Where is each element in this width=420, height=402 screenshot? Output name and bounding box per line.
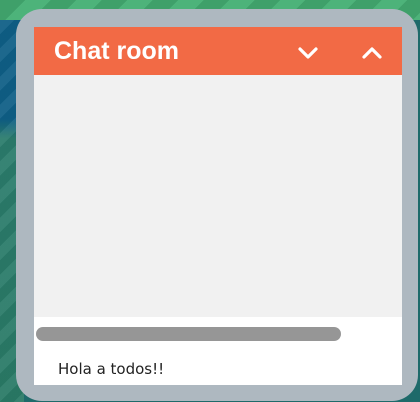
collapse-button[interactable] [292, 39, 324, 67]
message-input-area[interactable]: Hola a todos!! [34, 317, 402, 385]
expand-button[interactable] [356, 39, 388, 67]
message-input[interactable]: Hola a todos!! [58, 360, 164, 378]
chat-widget-frame: Chat room Hola a todos!! [16, 9, 418, 401]
message-list[interactable] [34, 75, 402, 317]
chat-header: Chat room [34, 27, 402, 75]
chat-window: Chat room Hola a todos!! [34, 27, 402, 385]
horizontal-scrollbar[interactable] [36, 327, 341, 341]
chat-title: Chat room [54, 37, 179, 65]
chevron-down-icon [298, 47, 318, 59]
chevron-up-icon [362, 47, 382, 59]
